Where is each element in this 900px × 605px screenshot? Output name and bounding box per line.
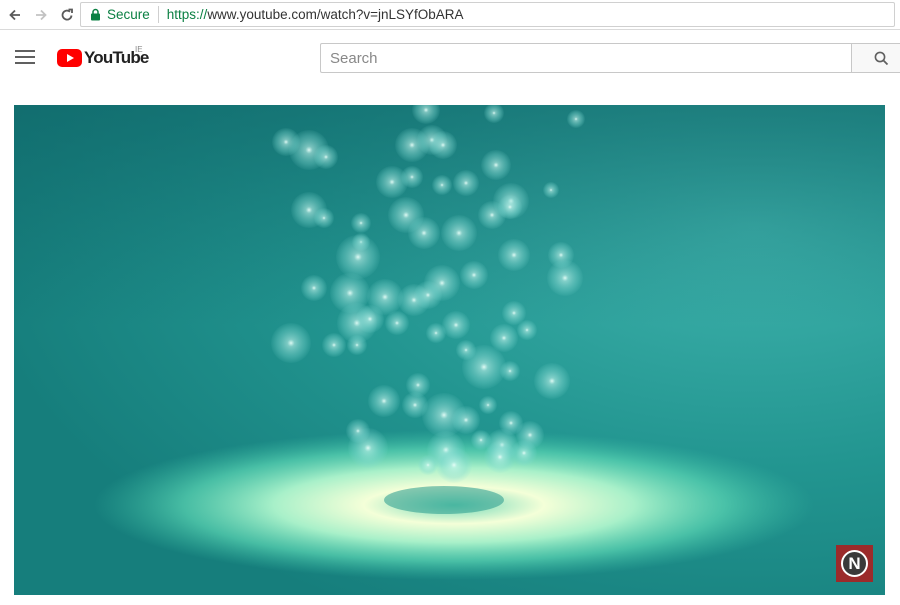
light-bubble: [543, 182, 559, 198]
light-bubble: [498, 195, 522, 219]
light-bubble: [401, 166, 423, 188]
search-button[interactable]: [851, 43, 900, 73]
back-button[interactable]: [4, 4, 26, 26]
light-bubble: [462, 345, 506, 389]
youtube-logo[interactable]: YouTube IE: [57, 45, 149, 68]
light-bubble: [436, 447, 472, 483]
light-bubble: [271, 323, 311, 363]
light-bubble: [498, 239, 530, 271]
watermark-logo: N: [841, 550, 868, 577]
light-bubble: [500, 361, 520, 381]
light-bubble: [348, 428, 388, 468]
light-bubble: [511, 440, 537, 466]
light-bubble: [408, 217, 440, 249]
light-bubble: [460, 261, 488, 289]
url-protocol: https://: [166, 7, 208, 22]
video-frame: [14, 105, 885, 595]
search-input[interactable]: Search: [320, 43, 852, 73]
light-bubble: [567, 110, 585, 128]
arrow-right-icon: [36, 9, 47, 20]
light-bubble: [368, 385, 400, 417]
light-bubble: [356, 305, 384, 333]
play-logo-icon: [57, 49, 82, 67]
secure-label: Secure: [107, 7, 150, 22]
url-text: www.youtube.com/watch?v=jnLSYfObARA: [207, 7, 464, 22]
light-bubble: [336, 235, 380, 279]
light-bubble: [432, 175, 452, 195]
light-bubble: [301, 275, 327, 301]
light-bubble: [418, 455, 438, 475]
video-player[interactable]: N: [14, 105, 885, 595]
youtube-header: YouTube IE Search: [0, 30, 900, 86]
light-bubble: [534, 363, 570, 399]
omnibox-divider: [157, 6, 159, 23]
reload-icon: [61, 8, 73, 20]
forward-button[interactable]: [30, 4, 52, 26]
arrow-left-icon: [9, 9, 20, 20]
light-bubble: [484, 441, 516, 473]
hamburger-menu-icon[interactable]: [15, 50, 35, 66]
light-bubble: [429, 131, 457, 159]
address-bar[interactable]: Secure https://www.youtube.com/watch?v=j…: [80, 2, 895, 27]
magnifier-icon: [874, 51, 889, 65]
light-bubble: [314, 145, 338, 169]
browser-toolbar: Secure https://www.youtube.com/watch?v=j…: [0, 0, 900, 30]
light-bubble: [499, 411, 523, 435]
reload-button[interactable]: [56, 4, 78, 26]
light-bubble: [322, 333, 346, 357]
light-bubble: [351, 213, 371, 233]
light-bubble: [452, 406, 480, 434]
light-bubble: [547, 260, 583, 296]
country-code: IE: [135, 45, 143, 54]
channel-watermark[interactable]: N: [836, 545, 873, 582]
light-bubble: [453, 170, 479, 196]
light-bubble: [314, 208, 334, 228]
light-bubble: [424, 265, 460, 301]
light-bubble: [442, 311, 470, 339]
light-bubble: [479, 396, 497, 414]
light-bubble: [481, 150, 511, 180]
light-bubble: [347, 335, 367, 355]
lock-icon: [91, 8, 100, 21]
light-bubble: [517, 320, 537, 340]
light-bubble: [441, 215, 477, 251]
light-bubble: [385, 311, 409, 335]
